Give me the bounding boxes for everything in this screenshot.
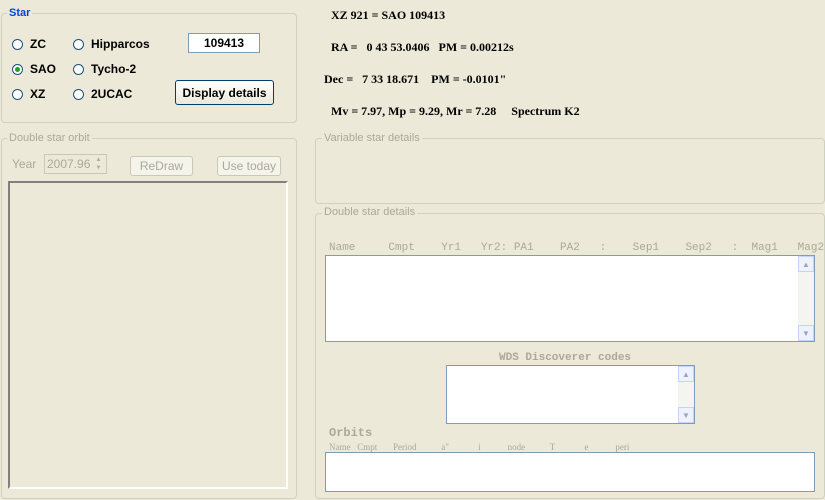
scroll-down-icon[interactable]: ▼ [678,407,694,423]
radio-xz-label: XZ [30,87,46,101]
magnitude-spectrum-text: Mv = 7.97, Mp = 9.29, Mr = 7.28 Spectrum… [331,104,580,118]
radio-hipparcos-label: Hipparcos [91,37,150,51]
scroll-down-icon[interactable]: ▼ [798,325,814,341]
double-star-list-scrollbar[interactable]: ▲ ▼ [798,256,814,341]
orbits-list[interactable] [325,452,815,492]
year-label: Year [12,157,37,171]
year-input[interactable]: 2007.96 ▲ ▼ [44,154,107,174]
ra-text: RA = 0 43 53.0406 PM = 0.00212s [331,40,514,54]
redraw-button[interactable]: ReDraw [130,156,193,176]
double-star-orbit-legend: Double star orbit [7,132,92,144]
radio-xz-indicator [12,88,23,100]
display-details-button[interactable]: Display details [175,80,274,105]
radio-2ucac-label: 2UCAC [91,87,133,101]
double-star-columns-header: Name Cmpt Yr1 Yr2: PA1 PA2 : Sep1 Sep2 :… [329,242,825,254]
use-today-button[interactable]: Use today [217,156,281,176]
orbit-plot-area [8,181,288,489]
scroll-up-icon[interactable]: ▲ [798,256,814,272]
radio-tycho2-label: Tycho-2 [91,62,137,76]
orbits-label: Orbits [329,426,373,440]
wds-discoverer-list[interactable]: ▲ ▼ [446,365,695,424]
year-spin-down-icon[interactable]: ▼ [92,164,105,172]
double-star-details-legend: Double star details [322,206,418,218]
year-spin-up-icon[interactable]: ▲ [92,156,105,164]
star-group-legend: Star [7,7,33,19]
radio-zc-indicator [12,38,23,50]
radio-xz[interactable]: XZ [12,87,45,101]
wds-list-scrollbar[interactable]: ▲ ▼ [678,366,694,423]
radio-zc[interactable]: ZC [12,37,46,51]
orbits-columns-header: Name Cmpt Period a" i node T e peri [329,442,630,452]
radio-hipparcos[interactable]: Hipparcos [73,37,150,51]
radio-sao-label: SAO [30,62,57,76]
radio-hipparcos-indicator [73,38,84,50]
star-designation-text: XZ 921 = SAO 109413 [331,8,446,22]
radio-sao[interactable]: SAO [12,62,56,76]
radio-zc-label: ZC [30,37,46,51]
star-number-input[interactable]: 109413 [188,33,260,53]
radio-2ucac-indicator [73,88,84,100]
radio-tycho2[interactable]: Tycho-2 [73,62,136,76]
variable-star-legend: Variable star details [322,132,422,144]
scroll-up-icon[interactable]: ▲ [678,366,694,382]
double-star-list[interactable]: ▲ ▼ [325,255,815,342]
radio-2ucac[interactable]: 2UCAC [73,87,132,101]
radio-tycho2-indicator [73,63,84,75]
year-value: 2007.96 [47,157,91,171]
wds-discoverer-label: WDS Discoverer codes [499,352,632,364]
dec-text: Dec = 7 33 18.671 PM = -0.0101" [324,72,507,86]
radio-sao-indicator [12,63,23,75]
variable-star-group [315,138,825,204]
